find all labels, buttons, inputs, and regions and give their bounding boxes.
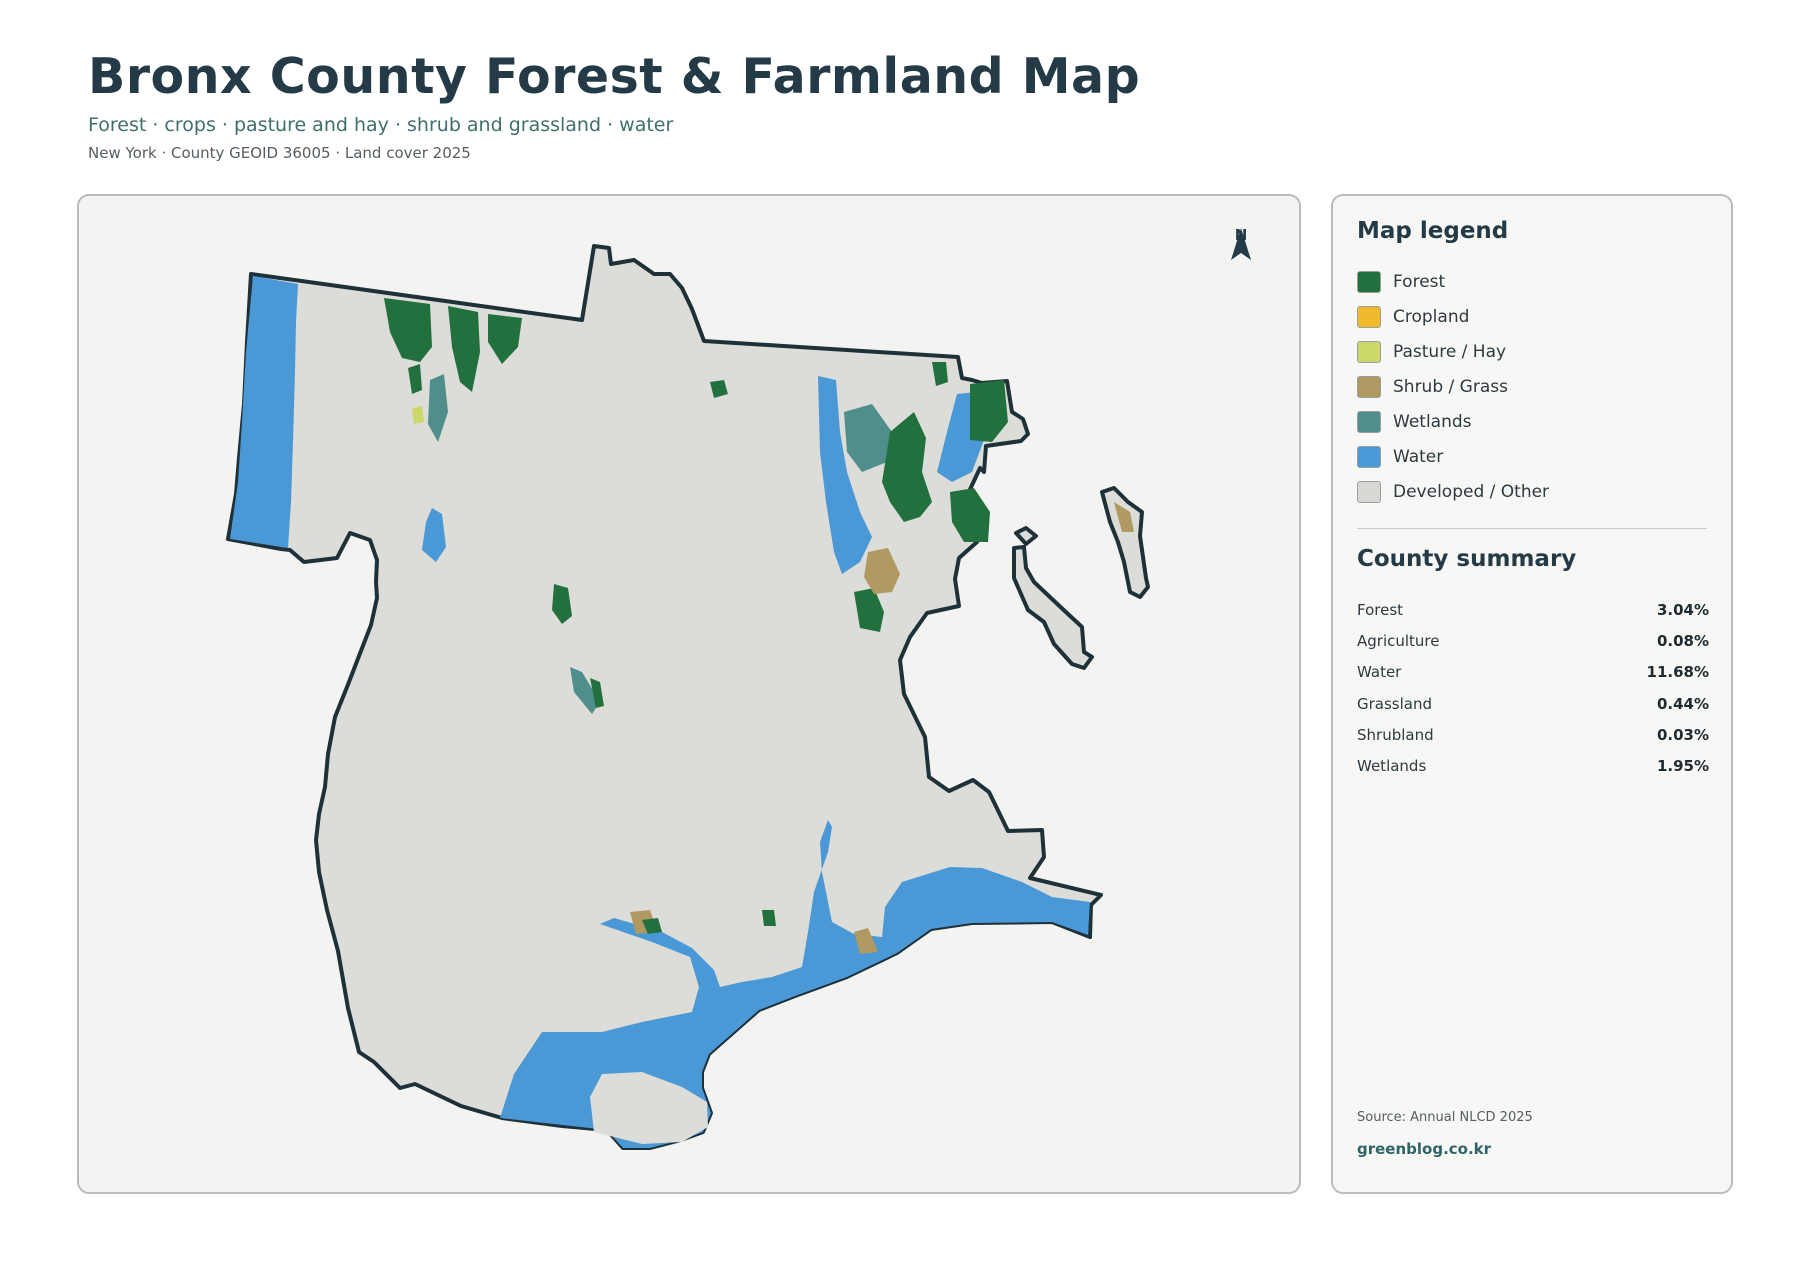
legend-label: Developed / Other — [1393, 481, 1550, 502]
site-link[interactable]: greenblog.co.kr — [1357, 1140, 1491, 1158]
summary-row: Wetlands 1.95% — [1357, 750, 1709, 781]
legend-swatch — [1357, 375, 1381, 398]
legend-label: Pasture / Hay — [1393, 341, 1507, 362]
summary-row: Shrubland 0.03% — [1357, 719, 1709, 750]
legend-swatch — [1357, 410, 1381, 433]
legend-item: Pasture / Hay — [1357, 334, 1549, 369]
legend-item: Developed / Other — [1357, 474, 1549, 509]
water-hudson — [230, 276, 298, 548]
forest-south-2 — [762, 910, 776, 926]
legend-list: Forest Cropland Pasture / Hay Shrub / Grass… — [1357, 264, 1549, 509]
map-panel: N — [77, 194, 1301, 1194]
summary-value: 0.03% — [1656, 725, 1709, 744]
legend-swatch — [1357, 270, 1381, 293]
summary-title: County summary — [1357, 546, 1577, 572]
summary-row: Water 11.68% — [1357, 657, 1709, 688]
summary-name: Shrubland — [1357, 725, 1434, 744]
summary-row: Grassland 0.44% — [1357, 688, 1709, 719]
summary-name: Water — [1357, 663, 1402, 682]
summary-name: Grassland — [1357, 694, 1432, 713]
legend-swatch — [1357, 305, 1381, 328]
summary-name: Agriculture — [1357, 631, 1440, 650]
legend-label: Cropland — [1393, 306, 1470, 327]
side-panel: Map legend Forest Cropland Pasture / Hay Sh… — [1331, 194, 1733, 1194]
summary-name: Forest — [1357, 600, 1404, 619]
legend-swatch — [1357, 340, 1381, 363]
county-boundary — [226, 244, 1103, 1150]
divider — [1357, 528, 1707, 529]
legend-swatch — [1357, 445, 1381, 468]
legend-item: Wetlands — [1357, 404, 1549, 439]
north-arrow-icon — [1231, 228, 1251, 260]
legend-item: Shrub / Grass — [1357, 369, 1549, 404]
legend-title: Map legend — [1357, 218, 1509, 244]
island-hart — [1014, 526, 1038, 546]
summary-value: 0.08% — [1656, 631, 1709, 650]
legend-item: Water — [1357, 439, 1549, 474]
county-map — [226, 244, 1150, 1150]
summary-value: 3.04% — [1656, 600, 1709, 619]
island-east-small — [1100, 486, 1150, 599]
summary-name: Wetlands — [1357, 757, 1427, 776]
page-meta: New York · County GEOID 36005 · Land cov… — [88, 144, 471, 162]
legend-label: Shrub / Grass — [1393, 376, 1508, 397]
summary-value: 0.44% — [1656, 694, 1709, 713]
summary-row: Agriculture 0.08% — [1357, 625, 1709, 656]
page-header: Bronx County Forest & Farmland Map Fores… — [88, 46, 1140, 162]
page-title: Bronx County Forest & Farmland Map — [88, 48, 1141, 105]
summary-table: Forest 3.04% Agriculture 0.08% Water 11.68% Gr… — [1357, 594, 1709, 782]
legend-swatch — [1357, 480, 1381, 503]
summary-value: 11.68% — [1646, 663, 1709, 682]
legend-label: Water — [1393, 446, 1444, 467]
legend-item: Forest — [1357, 264, 1549, 299]
legend-label: Wetlands — [1393, 411, 1472, 432]
summary-row: Forest 3.04% — [1357, 594, 1709, 625]
source-note: Source: Annual NLCD 2025 — [1357, 1110, 1533, 1125]
island-city — [1012, 545, 1094, 670]
summary-value: 1.95% — [1656, 757, 1709, 776]
legend-item: Cropland — [1357, 299, 1549, 334]
north-arrow: N — [1227, 226, 1255, 260]
page-subtitle: Forest · crops · pasture and hay · shrub… — [88, 114, 674, 136]
pasture-1 — [412, 406, 424, 424]
legend-label: Forest — [1393, 271, 1446, 292]
